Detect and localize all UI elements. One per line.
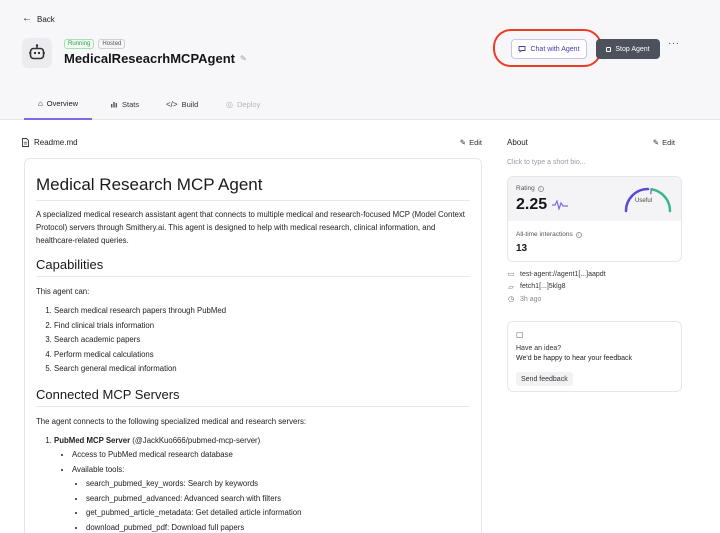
list-item: Search academic papers [54,333,470,348]
about-edit-button[interactable]: ✎ Edit [653,138,675,147]
home-icon: ⌂ [37,98,43,108]
status-badge-running: Running [64,39,95,49]
clock-icon: ◷ [507,296,515,304]
readme-title: Medical Research MCP Agent [36,175,470,201]
meta-row-folder: ▱ fetch1[...]5klg8 [507,281,606,294]
stop-button-label: Stop Agent [615,45,650,53]
send-feedback-button[interactable]: Send feedback [516,372,573,386]
agent-header: ← Back Running Hosted MedicalReseacrhMCP… [0,0,720,88]
rating-label: Rating i [516,185,544,192]
list-item: Available tools: search_pubmed_key_words… [72,463,470,533]
readme-header: Readme.md ✎ Edit [22,138,482,147]
list-item: download_pubmed_pdf: Download full paper… [86,521,470,533]
readme-intro: A specialized medical research assistant… [36,210,465,245]
servers-list: PubMed MCP Server (@JackKuo666/pubmed-mc… [36,434,470,533]
globe-icon: ◎ [226,99,233,109]
tab-overview[interactable]: ⌂ Overview [24,88,92,120]
chat-bubble-icon [519,46,526,53]
server-item: PubMed MCP Server (@JackKuo666/pubmed-mc… [54,434,470,533]
server-details: Access to PubMed medical research databa… [54,448,470,533]
tab-stats-label: Stats [122,99,140,109]
tab-build-label: Build [181,99,199,109]
edit-icon: ✎ [652,138,660,147]
feedback-card: ▢ Have an idea? We'd be happy to hear yo… [507,321,682,392]
agent-name: MedicalReseacrhMCPAgent ✎ [64,51,247,66]
bar-chart-icon [111,102,117,108]
server-name: PubMed MCP Server [54,435,131,445]
folder-icon: ▱ [508,283,514,291]
capabilities-intro: This agent can: [36,287,90,296]
list-item: Find clinical trials information [54,319,470,334]
tab-overview-label: Overview [46,98,79,108]
tools-label: Available tools: [72,464,125,474]
meta-folder[interactable]: fetch1[...]5klg8 [520,283,566,290]
list-item: Search medical research papers through P… [54,304,470,319]
tab-deploy: ◎ Deploy [226,88,260,120]
interactions-label: All-time interactions i [516,231,582,238]
chat-button-label: Chat with Agent [530,45,580,53]
list-item: get_pubmed_article_metadata: Get detaile… [86,506,470,521]
id-card-icon: ▭ [507,271,515,279]
arrow-left-icon: ← [22,13,32,24]
tools-list: search_pubmed_key_words: Search by keywo… [72,477,470,533]
feedback-subtitle: We'd be happy to hear your feedback [516,355,633,362]
readme-edit-button[interactable]: ✎ Edit [460,138,482,147]
feedback-title: Have an idea? [516,345,562,352]
meta-row-address: ▭ test-agent://agent1[...]aapdt [507,268,606,281]
pulse-icon [552,200,568,210]
capabilities-list: Search medical research papers through P… [36,304,470,377]
about-edit-label: Edit [662,138,675,147]
code-icon: </> [166,99,178,109]
more-options-button[interactable]: ··· [668,38,680,49]
meta-address[interactable]: test-agent://agent1[...]aapdt [520,271,606,278]
chat-bubble-icon: ▢ [516,330,524,339]
list-item: Access to PubMed medical research databa… [72,448,470,463]
server-id: (@JackKuo666/pubmed-mcp-server) [132,435,261,445]
rating-label-text: Rating [516,185,535,192]
stats-card: Rating i 2.25 Useful All-time interactio… [507,176,682,262]
back-label: Back [37,14,55,24]
interactions-label-text: All-time interactions [516,231,573,238]
info-icon[interactable]: i [537,185,544,192]
meta-time: 3h ago [520,295,542,303]
list-item: Search general medical information [54,362,470,377]
file-icon [22,138,29,147]
edit-icon: ✎ [459,138,467,147]
tab-bar: ⌂ Overview Stats </> Build ◎ Deploy [0,88,720,120]
status-badges: Running Hosted [64,39,126,49]
readme-content: Medical Research MCP Agent A specialized… [24,158,482,533]
readme-edit-label: Edit [469,138,482,147]
readme-file-title: Readme.md [22,138,78,147]
status-badge-hosted: Hosted [98,39,126,49]
agent-name-text: MedicalReseacrhMCPAgent [64,51,235,66]
servers-heading: Connected MCP Servers [36,387,470,407]
robot-icon [22,38,52,68]
edit-name-icon[interactable]: ✎ [240,54,247,63]
stop-agent-button[interactable]: Stop Agent [596,39,660,59]
tab-stats[interactable]: Stats [110,88,139,120]
agent-meta: ▭ test-agent://agent1[...]aapdt ▱ fetch1… [507,268,606,306]
list-item: search_pubmed_key_words: Search by keywo… [86,477,470,492]
list-item: search_pubmed_advanced: Advanced search … [86,492,470,507]
back-link[interactable]: ← Back [22,14,55,24]
gauge-label: Useful [635,198,653,204]
tab-build[interactable]: </> Build [166,88,198,120]
list-item: Perform medical calculations [54,348,470,363]
rating-value: 2.25 [516,196,548,213]
about-header: About ✎ Edit [507,138,675,147]
about-title: About [507,138,528,147]
readme-file-label: Readme.md [34,138,78,147]
bio-input[interactable]: Click to type a short bio... [507,159,586,166]
servers-intro: The agent connects to the following spec… [36,416,307,426]
capabilities-heading: Capabilities [36,257,470,277]
tab-deploy-label: Deploy [236,99,261,109]
stop-square-icon [606,46,612,52]
meta-row-time: ◷ 3h ago [507,293,606,306]
interactions-value: 13 [516,243,528,254]
chat-with-agent-button[interactable]: Chat with Agent [511,39,587,59]
info-icon[interactable]: i [575,231,582,238]
